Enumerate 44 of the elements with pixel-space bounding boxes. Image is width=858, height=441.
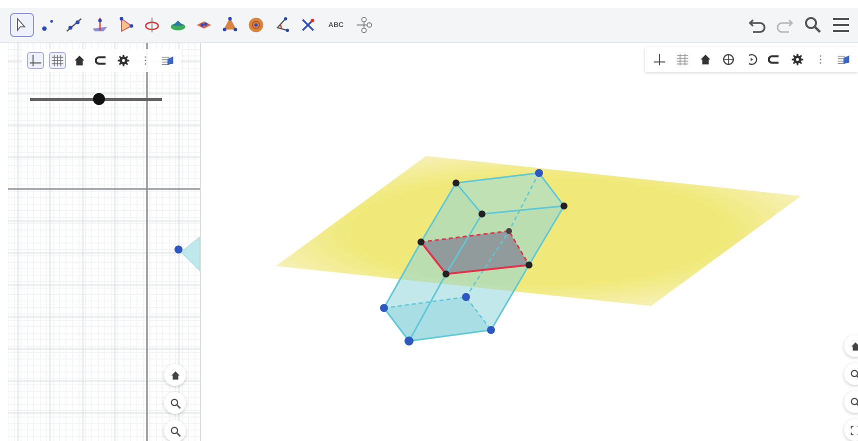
cube-toggle[interactable] [720, 51, 737, 68]
home-icon [170, 370, 180, 380]
crosshair-icon [355, 16, 373, 34]
line-icon [65, 16, 83, 34]
globe-icon [722, 53, 735, 66]
grid-toggle[interactable] [674, 51, 691, 68]
fullscreen-icon [850, 424, 858, 436]
cross-icon [299, 16, 317, 34]
axes-toggle[interactable] [27, 52, 44, 69]
settings-icon [791, 53, 804, 66]
grid-icon [51, 54, 64, 67]
home-icon [850, 340, 858, 352]
grid-icon [676, 53, 689, 66]
zoom-button[interactable] [164, 392, 186, 414]
gear-toggle[interactable] [115, 52, 132, 69]
zoom-button[interactable] [164, 420, 186, 441]
triangle-icon [117, 16, 135, 34]
view-menu-icon [161, 54, 174, 67]
axes-icon [29, 54, 42, 67]
axes-icon [653, 53, 666, 66]
perpendicular-plane-icon [91, 16, 109, 34]
axes-toggle[interactable] [651, 51, 668, 68]
zoom-icon [850, 368, 858, 380]
zoom-icon [170, 398, 180, 408]
home-icon [73, 54, 86, 67]
magnet-icon [768, 53, 781, 66]
circle-axis-icon [143, 16, 161, 34]
settings-icon [117, 54, 130, 67]
grid-toggle[interactable] [49, 52, 66, 69]
view-menu-icon [837, 53, 850, 66]
sphere-icon [247, 16, 265, 34]
move-tool[interactable] [10, 13, 34, 37]
magnet-icon [95, 54, 108, 67]
point [174, 245, 183, 254]
search-icon [803, 15, 823, 35]
pyramid-icon [221, 16, 239, 34]
home-button[interactable] [164, 364, 186, 386]
zoom-icon [850, 396, 858, 408]
slider-thumb[interactable] [92, 92, 105, 104]
gear-toggle[interactable] [789, 51, 806, 68]
zoom-icon [170, 426, 180, 436]
home-icon [699, 53, 712, 66]
slider[interactable] [30, 93, 162, 105]
menu-icon [831, 15, 851, 35]
